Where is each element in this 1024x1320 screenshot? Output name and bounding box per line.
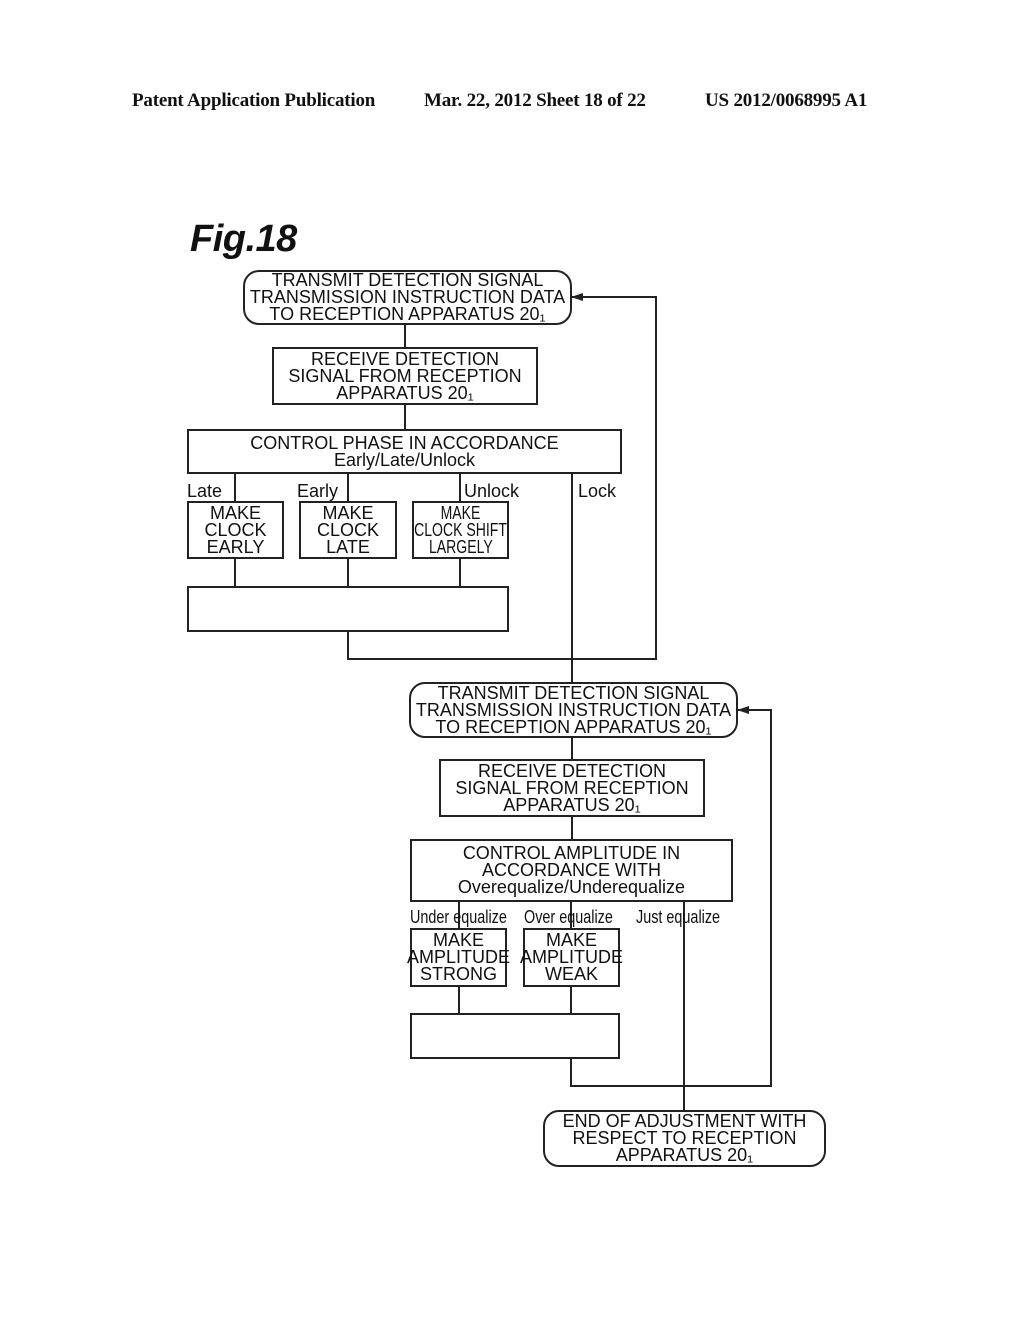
step-text: CONTROL PHASE IN ACCORDANCE [250, 432, 559, 453]
step-text: STRONG [419, 964, 497, 984]
step-text: EARLY [206, 536, 265, 557]
step-text: APPARATUS 20₁ [615, 1145, 754, 1165]
step-text: SIGNAL FROM RECEPTION [288, 365, 522, 386]
amplitude-merge-box [410, 1013, 620, 1059]
transmit-step-phase: TRANSMIT DETECTION SIGNAL TRANSMISSION I… [243, 270, 572, 325]
make-amplitude-weak-step: MAKE AMPLITUDE WEAK [520, 928, 623, 987]
step-text: LARGELY [428, 536, 493, 557]
step-text: LATE [326, 536, 370, 557]
branch-label-lock: Lock [578, 481, 617, 501]
control-amplitude-step: CONTROL AMPLITUDE IN ACCORDANCE WITH Ove… [410, 839, 733, 902]
make-amplitude-strong-step: MAKE AMPLITUDE STRONG [407, 928, 510, 987]
step-text: Overequalize/Underequalize [457, 877, 686, 897]
branch-label-over-equalize: Over equalize [524, 907, 613, 927]
end-adjustment-step: END OF ADJUSTMENT WITH RESPECT TO RECEPT… [543, 1110, 826, 1167]
step-text: APPARATUS 20₁ [336, 382, 474, 403]
step-text: MAKE [322, 502, 374, 523]
step-text: Early/Late/Unlock [333, 449, 476, 470]
make-clock-late-step: MAKE CLOCK LATE [299, 501, 397, 559]
phase-merge-box [187, 586, 509, 632]
step-text: TRANSMIT DETECTION SIGNAL [437, 682, 710, 703]
branch-label-under-equalize: Under equalize [410, 907, 507, 927]
step-text: CLOCK [204, 519, 267, 540]
step-text: RECEIVE DETECTION [310, 348, 500, 369]
step-text: CLOCK [316, 519, 379, 540]
receive-step-amplitude: RECEIVE DETECTION SIGNAL FROM RECEPTION … [439, 759, 705, 817]
branch-label-just-equalize: Just equalize [636, 907, 721, 927]
receive-step-phase: RECEIVE DETECTION SIGNAL FROM RECEPTION … [272, 347, 538, 405]
step-text: RECEIVE DETECTION [477, 760, 667, 781]
step-text: APPARATUS 20₁ [503, 794, 641, 815]
make-clock-early-step: MAKE CLOCK EARLY [187, 501, 284, 559]
control-phase-step: CONTROL PHASE IN ACCORDANCE Early/Late/U… [187, 429, 622, 474]
step-text: WEAK [544, 964, 598, 984]
step-text: MAKE [209, 502, 261, 523]
branch-label-unlock: Unlock [464, 481, 520, 501]
make-clock-shift-largely-step: MAKE CLOCK SHIFT LARGELY [412, 501, 509, 559]
step-text: TO RECEPTION APPARATUS 20₁ [435, 716, 712, 737]
transmit-step-amplitude: TRANSMIT DETECTION SIGNAL TRANSMISSION I… [409, 682, 738, 738]
connector-lines [234, 293, 772, 1111]
branch-label-early: Early [297, 481, 339, 501]
step-text: SIGNAL FROM RECEPTION [455, 777, 689, 798]
branch-label-late: Late [187, 481, 223, 501]
step-text: TRANSMISSION INSTRUCTION DATA [415, 699, 732, 720]
step-text: TO RECEPTION APPARATUS 20₁ [269, 304, 546, 324]
